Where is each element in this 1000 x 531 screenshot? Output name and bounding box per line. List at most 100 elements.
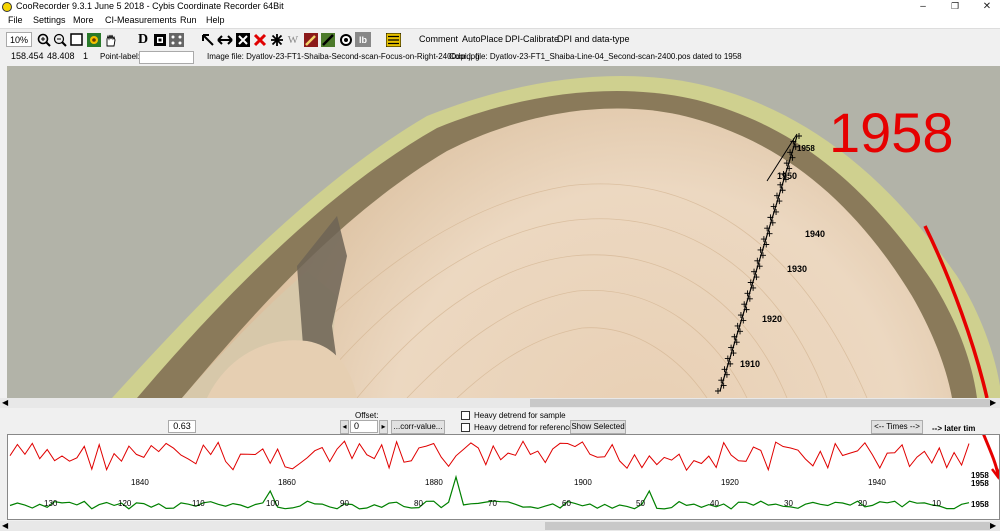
year-label-1930: 1930 — [787, 264, 807, 274]
graph-bottom-count-label: 110 — [192, 499, 205, 508]
graph-bottom-count-label: 10 — [932, 499, 941, 508]
d-icon[interactable]: D — [136, 32, 150, 47]
window-title: CooRecorder 9.3.1 June 5 2018 - Cybis Co… — [16, 1, 284, 11]
graph-top-year-label: 1860 — [278, 478, 296, 487]
sample-series-line — [9, 440, 970, 472]
title-bar: CooRecorder 9.3.1 June 5 2018 - Cybis Co… — [0, 0, 1000, 14]
graph-bottom-count-label: 80 — [414, 499, 423, 508]
y-coordinate: 48.408 — [47, 51, 75, 61]
autoplace-button[interactable]: AutoPlace — [462, 34, 503, 44]
image-horizontal-scrollbar[interactable]: ◀ ▶ — [0, 398, 1000, 408]
point-label-caption: Point-label: — [100, 52, 141, 61]
heavy-detrend-reference-checkbox[interactable] — [461, 423, 470, 432]
comparison-controls: 0.63 Offset: ◂ 0 ▸ ...corr-value... Heav… — [0, 408, 1000, 434]
app-icon — [2, 2, 12, 12]
graph-top-year-label: 1900 — [574, 478, 592, 487]
menu-ci-measurements[interactable]: CI-Measurements — [105, 15, 177, 25]
list-icon[interactable] — [385, 32, 401, 47]
graph-scroll-thumb[interactable] — [545, 522, 990, 530]
graph-top-year-label: 1920 — [721, 478, 739, 487]
menu-settings[interactable]: Settings — [33, 15, 66, 25]
graph-top-year-label: 1940 — [868, 478, 886, 487]
menu-bar: File Settings More CI-Measurements Run H… — [0, 14, 1000, 28]
graph-scroll-left-icon[interactable]: ◀ — [2, 521, 8, 530]
graph-horizontal-scrollbar[interactable]: ◀ ▶ — [0, 521, 1000, 531]
menu-more[interactable]: More — [73, 15, 94, 25]
w-icon[interactable]: W — [286, 32, 300, 47]
edit-icon[interactable] — [303, 32, 318, 47]
graph-bottom-count-label: 30 — [784, 499, 793, 508]
scroll-thumb[interactable] — [530, 399, 990, 407]
scroll-right-icon[interactable]: ▶ — [990, 398, 996, 407]
menu-run[interactable]: Run — [180, 15, 197, 25]
times-button[interactable]: <-- Times --> — [871, 420, 923, 434]
close-button[interactable]: ✕ — [977, 0, 997, 14]
ring-width-graph[interactable]: 1840 1860 1880 1900 1920 1940 130 120 110 100 90 8… — [7, 434, 1000, 520]
graph-top-year-label: 1840 — [131, 478, 149, 487]
double-arrow-icon[interactable] — [217, 32, 233, 47]
lb-icon[interactable]: lb — [355, 32, 371, 47]
x-coordinate: 158.454 — [11, 51, 44, 61]
heavy-detrend-reference-label: Heavy detrend for reference — [474, 423, 574, 432]
correlation-value: 0.63 — [168, 420, 196, 433]
heavy-detrend-sample-label: Heavy detrend for sample — [474, 411, 566, 420]
year-label-1910: 1910 — [740, 359, 760, 369]
points-icon[interactable] — [169, 32, 184, 47]
line-icon[interactable] — [320, 32, 335, 47]
cross-icon[interactable] — [252, 32, 267, 47]
point-count: 1 — [83, 51, 89, 61]
minimize-button[interactable]: – — [913, 0, 933, 14]
maximize-button[interactable]: ❐ — [945, 0, 965, 14]
asterisk-icon[interactable] — [269, 32, 284, 47]
hand-icon[interactable] — [103, 32, 118, 47]
scroll-left-icon[interactable]: ◀ — [2, 398, 8, 407]
image-file-info: Image file: Dyatlov-23-FT1-Shaiba-Second… — [207, 52, 480, 61]
menu-file[interactable]: File — [8, 15, 23, 25]
show-selected-button[interactable]: Show Selected — [570, 420, 626, 434]
frame-icon[interactable] — [69, 32, 84, 47]
year-label-1950: 1950 — [777, 171, 797, 181]
info-bar: 158.454 48.408 1 Point-label: Image file… — [0, 50, 1000, 64]
corr-value-button[interactable]: ...corr-value... — [391, 420, 445, 434]
red-year-annotation: 1958 — [829, 101, 954, 164]
graph-bottom-count-label: 50 — [636, 499, 645, 508]
dpi-calibrate-button[interactable]: DPI-Calibrate — [505, 34, 559, 44]
graph-bottom-count-label: 60 — [562, 499, 571, 508]
menu-help[interactable]: Help — [206, 15, 225, 25]
red-annotation-arrowhead — [982, 435, 999, 476]
graph-bottom-count-label: 100 — [266, 499, 280, 508]
comment-button[interactable]: Comment — [419, 34, 458, 44]
cross-box-icon[interactable] — [235, 32, 250, 47]
graph-top-year-label: 1880 — [425, 478, 443, 487]
graph-bottom-count-label: 130 — [44, 499, 58, 508]
offset-label: Offset: — [355, 411, 379, 420]
graph-scroll-right-icon[interactable]: ▶ — [990, 521, 996, 530]
heavy-detrend-sample-checkbox[interactable] — [461, 411, 470, 420]
end-year-mid: 1958 — [971, 479, 989, 488]
year-label-1920: 1920 — [762, 314, 782, 324]
scan-image-area[interactable]: 1958 1950 1940 1930 1920 1910 1958 — [7, 66, 1000, 398]
offset-increase-button[interactable]: ▸ — [379, 420, 388, 434]
coord-file-info: Coord. file: Dyatlov-23-FT1_Shaiba-Line-… — [449, 52, 742, 61]
graph-bottom-count-label: 20 — [858, 499, 867, 508]
arrow-icon[interactable] — [200, 32, 215, 47]
zoom-in-icon[interactable] — [36, 32, 51, 47]
graph-canvas: 1840 1860 1880 1900 1920 1940 130 120 110 100 90 8… — [9, 435, 999, 510]
later-times-label: --> later tim — [932, 424, 976, 433]
sunflower-icon[interactable] — [86, 32, 101, 47]
graph-bottom-count-label: 120 — [118, 499, 132, 508]
offset-input[interactable]: 0 — [350, 420, 378, 433]
tree-ring-scan: 1958 1950 1940 1930 1920 1910 1958 — [7, 66, 1000, 398]
graph-bottom-count-label: 40 — [710, 499, 719, 508]
year-label-1940: 1940 — [805, 229, 825, 239]
target-icon[interactable] — [338, 32, 353, 47]
dpi-datatype-button[interactable]: DPI and data-type — [557, 34, 630, 44]
year-label-1958: 1958 — [797, 144, 815, 153]
toolbar: 10% D W lb Comment AutoPlace DPI-Calibra… — [0, 28, 1000, 50]
zoom-level[interactable]: 10% — [6, 32, 32, 47]
marker-icon[interactable] — [152, 32, 167, 47]
zoom-out-icon[interactable] — [52, 32, 67, 47]
point-label-input[interactable] — [139, 51, 194, 64]
offset-decrease-button[interactable]: ◂ — [340, 420, 349, 434]
graph-bottom-count-label: 90 — [340, 499, 349, 508]
